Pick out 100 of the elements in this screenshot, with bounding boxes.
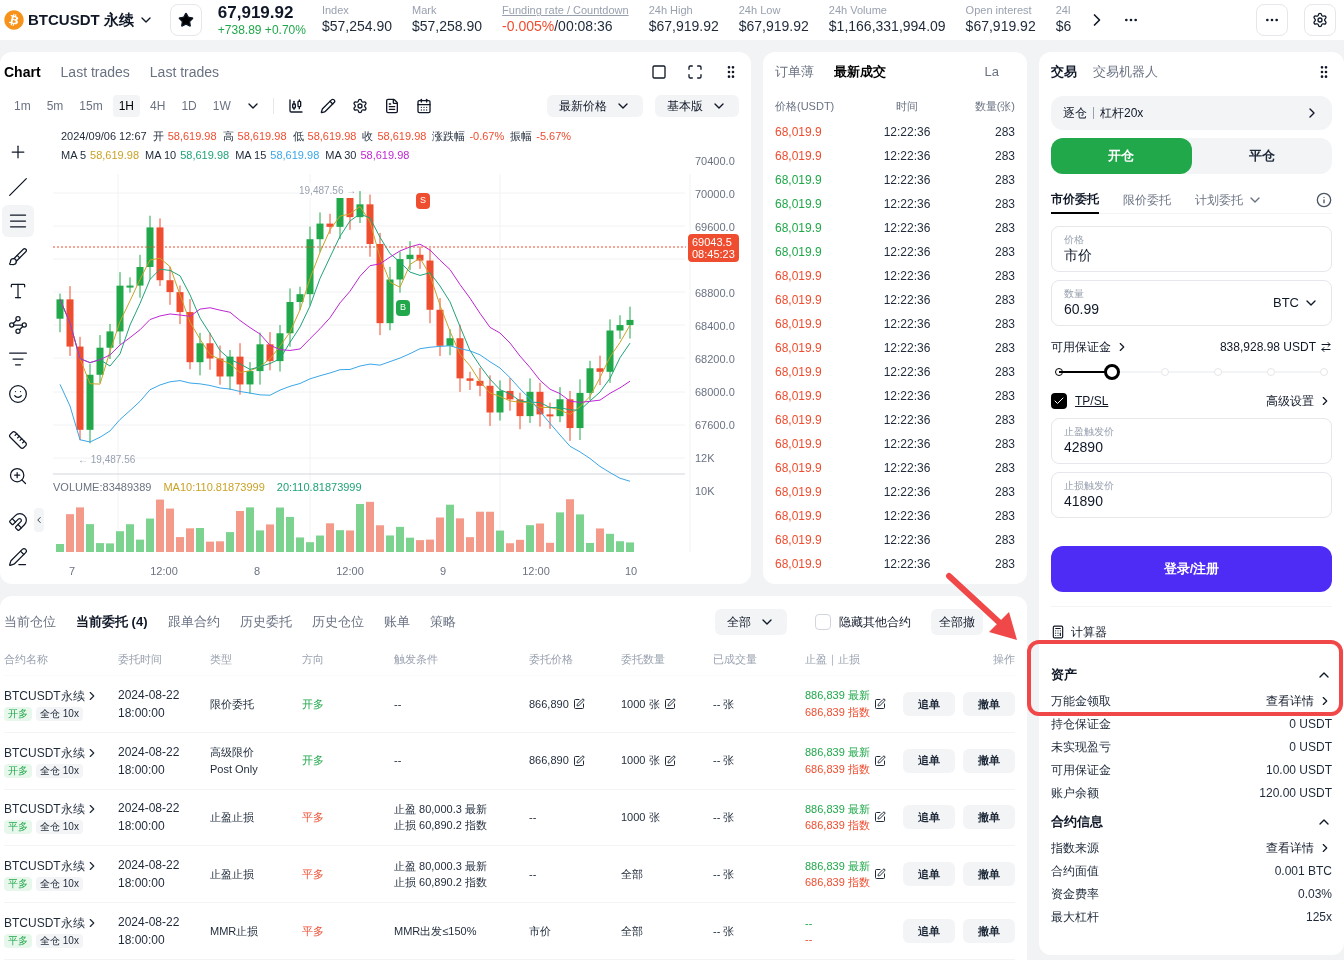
filter-select[interactable]: 全部	[715, 609, 787, 635]
trades-tab[interactable]: 订单薄	[775, 62, 814, 82]
order-action-button[interactable]: 撤单	[963, 862, 1015, 887]
calendar-icon[interactable]	[415, 98, 432, 114]
orders-tab[interactable]: 策略	[429, 612, 456, 632]
edit-icon[interactable]	[873, 697, 886, 710]
order-action-button[interactable]: 追单	[903, 919, 955, 944]
checkbox[interactable]	[1051, 393, 1067, 409]
order-action-button[interactable]: 撤单	[963, 919, 1015, 944]
interval-tab[interactable]: 5m	[40, 95, 70, 117]
order-action-button[interactable]: 撤单	[963, 691, 1015, 716]
swap-icon[interactable]	[1320, 341, 1332, 353]
order-quantity: 全部	[621, 867, 643, 882]
input-field[interactable]: 价格 市价	[1051, 226, 1332, 272]
order-action-button[interactable]: 追单	[903, 748, 955, 773]
orders-tab[interactable]: 历史委托	[239, 612, 292, 632]
volume-bar	[476, 511, 484, 552]
trade-amount: 283	[993, 556, 1015, 573]
chevron-left-icon	[34, 515, 44, 525]
trade-price: 68,019.9	[775, 532, 823, 549]
edit-icon[interactable]	[572, 697, 585, 710]
edit-icon[interactable]	[663, 697, 676, 710]
contract-link[interactable]: BTCUSDT永续	[4, 857, 118, 876]
input-field[interactable]: 止盈触发价 42890	[1051, 418, 1332, 464]
trade-tab[interactable]: 交易机器人	[1093, 62, 1158, 82]
info-icon[interactable]	[1316, 191, 1332, 208]
trade-time: 12:22:36	[882, 556, 932, 573]
interval-tab[interactable]: 1W	[206, 95, 237, 117]
edit-icon[interactable]	[873, 868, 886, 881]
edit-icon[interactable]	[873, 811, 886, 824]
details-link[interactable]: 查看详情	[1266, 691, 1332, 710]
ohlc-value: -5.67%	[536, 129, 572, 144]
login-button[interactable]: 登录/注册	[1051, 546, 1332, 592]
order-type-tab[interactable]: 计划委托	[1195, 185, 1263, 214]
ohlc-label: 收	[362, 129, 374, 144]
input-field[interactable]: 止损触发价 41890	[1051, 472, 1332, 518]
order-date: 2024-08-22	[118, 800, 181, 818]
order-action-button[interactable]: 追单	[903, 862, 955, 887]
order-type-tab[interactable]: 限价委托	[1123, 185, 1171, 214]
contract-link[interactable]: BTCUSDT永续	[4, 914, 118, 933]
input-field[interactable]: 数量 60.99 BTC	[1051, 280, 1332, 326]
order-action-button[interactable]: 撤单	[963, 748, 1015, 773]
orders-tab[interactable]: 跟单合约	[167, 612, 220, 632]
slider-thumb[interactable]	[1104, 364, 1120, 380]
orders-tab[interactable]: 当前委托 (4)	[76, 612, 148, 632]
order-action-button[interactable]: 追单	[903, 691, 955, 716]
volume-bar	[536, 523, 544, 552]
direction: 开多	[302, 696, 324, 712]
edit-icon[interactable]	[873, 754, 886, 767]
window-icon[interactable]	[651, 64, 667, 80]
chart-tab[interactable]: Last trades	[149, 61, 220, 83]
interval-tab[interactable]: 1m	[8, 95, 37, 117]
orders-tab[interactable]: 当前仓位	[4, 612, 56, 632]
favorite-button[interactable]	[169, 4, 202, 36]
candlestick	[446, 328, 454, 356]
available-margin-link[interactable]: 可用保证金	[1051, 338, 1129, 356]
volume-bar	[616, 541, 624, 552]
chart-type-icon[interactable]	[287, 98, 304, 114]
unit-select[interactable]: BTC	[1273, 293, 1319, 313]
interval-tab[interactable]: 1D	[175, 95, 203, 117]
interval-tab[interactable]: 1H	[112, 95, 141, 117]
field-label: 止损触发价	[1064, 480, 1115, 493]
calculator-link[interactable]: 计算器	[1071, 623, 1107, 641]
trades-tab[interactable]: La	[984, 62, 999, 82]
details-link[interactable]: 查看详情	[1266, 838, 1332, 857]
trade-time: 12:22:36	[882, 412, 932, 429]
orders-tab[interactable]: 历史仓位	[311, 612, 364, 632]
price-type-select[interactable]: 最新价格	[547, 95, 643, 117]
volume-bar	[236, 511, 244, 552]
contract-link[interactable]: BTCUSDT永续	[4, 686, 118, 705]
version-select[interactable]: 基本版	[655, 95, 739, 117]
side-toggle[interactable]: 平仓	[1191, 138, 1332, 174]
axis-label: 68000.0	[695, 385, 735, 400]
edit-icon[interactable]	[572, 754, 585, 767]
contract-link[interactable]: BTCUSDT永续	[4, 800, 118, 819]
checkbox[interactable]	[815, 614, 831, 630]
settings-button[interactable]	[1304, 4, 1336, 36]
cancel-all-button[interactable]: 全部撤	[931, 609, 983, 635]
document-icon[interactable]	[383, 98, 400, 114]
calculator-icon[interactable]	[1051, 625, 1065, 639]
chart-tab[interactable]: Chart	[4, 61, 41, 83]
pencil-icon[interactable]	[319, 98, 336, 114]
contract-link[interactable]: BTCUSDT永续	[4, 743, 118, 762]
orders-tab[interactable]: 账单	[383, 612, 410, 632]
interval-tab[interactable]: 4H	[144, 95, 172, 117]
margin-mode-select[interactable]: 逐仓 杠杆20x	[1051, 96, 1332, 130]
settings-icon[interactable]	[351, 98, 368, 114]
order-action-button[interactable]: 撤单	[963, 805, 1015, 830]
order-action-button[interactable]: 追单	[903, 805, 955, 830]
order-type-tab[interactable]: 市价委托	[1051, 185, 1099, 214]
drawing-tool-button[interactable]	[2, 205, 34, 237]
trade-tab[interactable]: 交易	[1051, 62, 1077, 82]
trades-tab[interactable]: 最新成交	[834, 62, 886, 82]
fullscreen-icon[interactable]	[687, 64, 703, 80]
edit-icon[interactable]	[663, 754, 676, 767]
advanced-settings-link[interactable]: 高级设置	[1266, 392, 1332, 410]
star-icon	[177, 12, 194, 28]
chart-tab[interactable]: Last trades	[60, 61, 130, 83]
collapse-tab[interactable]	[34, 508, 44, 532]
interval-tab[interactable]: 15m	[73, 95, 109, 117]
